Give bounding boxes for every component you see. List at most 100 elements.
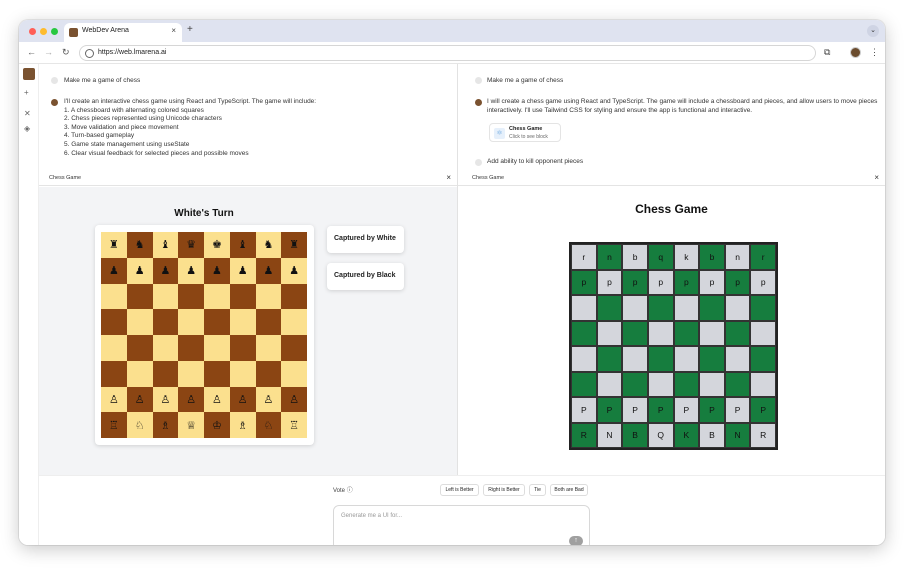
board-square[interactable] (152, 335, 179, 361)
board-square[interactable]: ♟ (178, 257, 204, 284)
board-square[interactable] (255, 360, 282, 387)
board-square[interactable] (699, 371, 725, 397)
prompt-input[interactable]: Generate me a UI for... ↑ (333, 505, 590, 545)
board-square[interactable]: ♖ (281, 412, 307, 438)
board-square[interactable] (281, 309, 307, 335)
board-square[interactable]: ♕ (178, 412, 204, 438)
board-square[interactable] (622, 371, 648, 397)
board-square[interactable] (571, 320, 597, 346)
board-square[interactable] (647, 346, 674, 372)
board-square[interactable] (152, 283, 179, 310)
board-square[interactable] (622, 346, 648, 372)
board-square[interactable] (204, 335, 230, 361)
board-square[interactable] (178, 360, 204, 387)
tab-search-button[interactable]: ⌄ (867, 25, 879, 37)
board-square[interactable] (750, 346, 776, 372)
board-square[interactable]: r (571, 244, 597, 270)
board-square[interactable]: R (750, 422, 776, 448)
board-square[interactable]: ♙ (204, 386, 230, 413)
board-square[interactable] (204, 360, 230, 387)
board-square[interactable]: ♝ (229, 232, 256, 258)
close-tab-icon[interactable]: × (171, 26, 176, 35)
shield-icon[interactable]: ◈ (24, 124, 30, 133)
board-square[interactable]: b (622, 244, 648, 270)
close-icon[interactable]: × (446, 173, 451, 182)
board-square[interactable]: N (596, 422, 623, 448)
board-square[interactable]: ♟ (255, 257, 282, 284)
board-square[interactable]: P (673, 397, 700, 423)
board-square[interactable] (126, 335, 153, 361)
board-square[interactable]: ♙ (152, 386, 179, 413)
board-square[interactable]: ♙ (126, 386, 153, 413)
new-tab-button[interactable]: + (187, 24, 193, 35)
board-square[interactable] (622, 295, 648, 321)
board-square[interactable] (750, 371, 776, 397)
board-square[interactable] (571, 346, 597, 372)
board-square[interactable] (229, 335, 256, 361)
board-square[interactable]: p (699, 269, 725, 295)
board-square[interactable]: p (596, 269, 623, 295)
board-square[interactable] (204, 309, 230, 335)
board-square[interactable]: ♛ (178, 232, 204, 258)
board-square[interactable] (178, 335, 204, 361)
board-square[interactable] (750, 295, 776, 321)
forward-icon[interactable]: → (44, 47, 53, 57)
board-square[interactable] (281, 283, 307, 310)
board-square[interactable]: ♙ (281, 386, 307, 413)
board-square[interactable]: ♝ (152, 232, 179, 258)
board-square[interactable]: P (724, 397, 751, 423)
new-chat-icon[interactable]: + (24, 88, 29, 97)
board-square[interactable] (178, 283, 204, 310)
profile-avatar[interactable] (850, 47, 861, 58)
board-square[interactable]: Q (647, 422, 674, 448)
board-square[interactable] (596, 320, 623, 346)
board-square[interactable]: p (571, 269, 597, 295)
board-square[interactable]: P (571, 397, 597, 423)
board-square[interactable] (673, 320, 700, 346)
board-square[interactable] (126, 360, 153, 387)
board-square[interactable]: p (622, 269, 648, 295)
board-square[interactable] (724, 346, 751, 372)
board-square[interactable] (281, 360, 307, 387)
board-square[interactable]: R (571, 422, 597, 448)
board-square[interactable]: N (724, 422, 751, 448)
board-square[interactable] (699, 295, 725, 321)
board-square[interactable]: P (699, 397, 725, 423)
board-square[interactable] (152, 360, 179, 387)
board-square[interactable] (255, 309, 282, 335)
board-square[interactable]: p (724, 269, 751, 295)
board-square[interactable]: ♔ (204, 412, 230, 438)
board-square[interactable] (647, 371, 674, 397)
board-square[interactable]: q (647, 244, 674, 270)
board-square[interactable]: P (647, 397, 674, 423)
board-square[interactable] (571, 371, 597, 397)
board-square[interactable]: ♞ (255, 232, 282, 258)
board-square[interactable] (673, 346, 700, 372)
board-square[interactable]: B (699, 422, 725, 448)
board-square[interactable] (647, 320, 674, 346)
browser-tab[interactable]: WebDev Arena × (64, 23, 182, 42)
board-square[interactable] (596, 371, 623, 397)
board-square[interactable] (101, 283, 127, 310)
back-icon[interactable]: ← (27, 47, 36, 57)
board-square[interactable] (724, 320, 751, 346)
board-square[interactable] (178, 309, 204, 335)
reload-icon[interactable]: ↻ (62, 47, 70, 58)
board-square[interactable] (126, 283, 153, 310)
board-square[interactable] (229, 283, 256, 310)
board-square[interactable] (596, 295, 623, 321)
send-icon[interactable]: ↑ (569, 536, 583, 545)
maximize-window-button[interactable] (51, 28, 58, 35)
board-square[interactable] (647, 295, 674, 321)
board-square[interactable] (699, 320, 725, 346)
board-square[interactable]: ♟ (229, 257, 256, 284)
vote-left-better-button[interactable]: Left is Better (440, 484, 479, 496)
board-square[interactable] (101, 360, 127, 387)
board-square[interactable]: b (699, 244, 725, 270)
extensions-icon[interactable]: ⧉ (824, 47, 830, 58)
menu-icon[interactable]: ⋮ (870, 47, 879, 58)
board-square[interactable]: P (596, 397, 623, 423)
board-square[interactable] (229, 309, 256, 335)
board-square[interactable] (229, 360, 256, 387)
board-square[interactable] (673, 371, 700, 397)
